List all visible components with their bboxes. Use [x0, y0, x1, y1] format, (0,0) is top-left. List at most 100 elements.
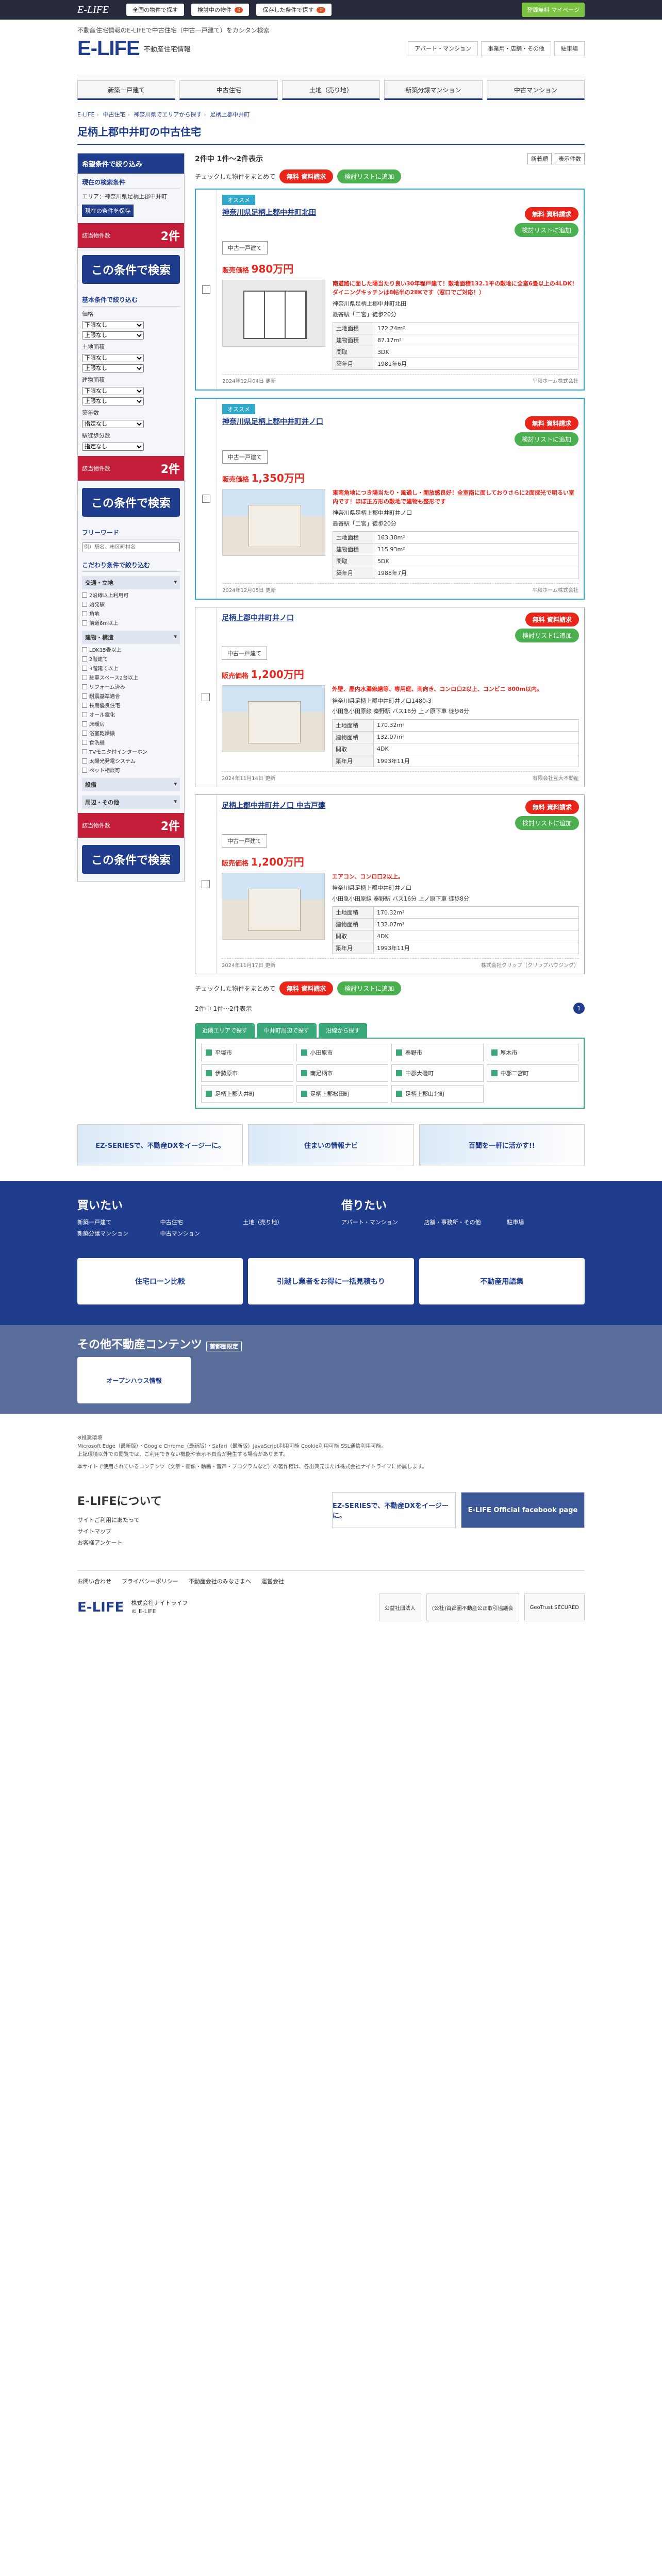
cat-transit[interactable]: 交通・立地 ▾	[82, 576, 180, 589]
gnav-used-house[interactable]: 中古住宅	[179, 80, 278, 100]
area-item[interactable]: 足柄上郡松田町	[296, 1085, 388, 1103]
area-item[interactable]: 中郡二宮町	[486, 1064, 578, 1082]
area-item[interactable]: 足柄上郡山北町	[391, 1085, 484, 1103]
land-max-select[interactable]: 上限なし	[82, 364, 144, 372]
crumb-kanagawa[interactable]: 神奈川県でエリアから探す	[134, 111, 202, 118]
flink-privacy[interactable]: プライバシーポリシー	[122, 1577, 178, 1585]
bldg-min-select[interactable]: 下限なし	[82, 387, 144, 395]
chk-building-6[interactable]: 長期優良住宅	[82, 701, 180, 709]
chk-building-12[interactable]: 太陽光発電システム	[82, 757, 180, 765]
promo-moving[interactable]: 引越し業者をお得に一括見積もり	[248, 1258, 414, 1304]
apply-search-button[interactable]: この条件で検索	[82, 255, 180, 284]
area-item[interactable]: 伊勢原市	[201, 1064, 293, 1082]
chk-building-11[interactable]: TVモニタ付インターホン	[82, 748, 180, 755]
watchlist-button[interactable]: 検討中の物件 0	[191, 4, 250, 16]
bulk-fav-button-bottom[interactable]: 検討リストに追加	[337, 981, 402, 995]
cat-building[interactable]: 建物・構造 ▾	[82, 631, 180, 644]
area-item[interactable]: 厚木市	[486, 1044, 578, 1061]
freeword-input[interactable]	[82, 543, 180, 552]
chk-transit-2[interactable]: 角地	[82, 609, 180, 617]
listing-title[interactable]: 足柄上郡中井町井ノ口	[222, 613, 294, 623]
about-link-sitemap[interactable]: サイトマップ	[77, 1527, 162, 1535]
about-link-survey[interactable]: お客様アンケート	[77, 1538, 162, 1547]
apply-search-button-2[interactable]: この条件で検索	[82, 488, 180, 517]
about-link-use[interactable]: サイトご利用にあたって	[77, 1516, 162, 1524]
chk-building-3[interactable]: 駐車スペース2台以上	[82, 673, 180, 681]
rent-link[interactable]: アパート・マンション	[341, 1218, 419, 1226]
area-item[interactable]: 中郡大磯町	[391, 1064, 484, 1082]
topbar-logo[interactable]: E-LIFE	[77, 4, 109, 16]
crumb-home[interactable]: E-LIFE	[77, 111, 95, 118]
listing-photo[interactable]	[222, 685, 325, 752]
chk-building-4[interactable]: リフォーム済み	[82, 683, 180, 690]
age-select[interactable]: 指定なし	[82, 420, 144, 428]
sort-select[interactable]: 新着順	[527, 153, 552, 164]
listing-checkbox[interactable]	[195, 607, 216, 787]
pager-page[interactable]: 1	[573, 1003, 585, 1014]
brand[interactable]: E-LIFE 不動産住宅情報	[77, 37, 191, 60]
area-item[interactable]: 南足柄市	[296, 1064, 388, 1082]
chk-building-1[interactable]: 2階建て	[82, 655, 180, 663]
bulk-request-button-bottom[interactable]: 無料 資料請求	[279, 981, 334, 995]
chk-building-10[interactable]: 食洗機	[82, 738, 180, 746]
fav-button[interactable]: 検討リストに追加	[515, 816, 579, 830]
price-max-select[interactable]: 上限なし	[82, 331, 144, 340]
area-item[interactable]: 秦野市	[391, 1044, 484, 1061]
gnav-new-house[interactable]: 新築一戸建て	[77, 80, 176, 100]
listing-checkbox[interactable]	[195, 795, 216, 974]
listing-title[interactable]: 足柄上郡中井町井ノ口 中古戸建	[222, 800, 325, 810]
area-item[interactable]: 足柄上郡大井町	[201, 1085, 293, 1103]
banner-ez[interactable]: EZ-SERIESで、不動産DXをイージーに。	[77, 1124, 243, 1165]
chk-transit-1[interactable]: 始発駅	[82, 600, 180, 608]
tab-nearby[interactable]: 近隣エリアで探す	[195, 1023, 255, 1038]
rent-link[interactable]: 店舗・事務所・その他	[424, 1218, 502, 1226]
flink-company[interactable]: 運営会社	[261, 1577, 284, 1585]
about-banner-ez[interactable]: EZ-SERIESで、不動産DXをイージーに。	[332, 1492, 456, 1528]
saved-search-button[interactable]: 保存した条件で探す 0	[256, 4, 332, 16]
request-button[interactable]: 無料 資料請求	[525, 800, 579, 814]
per-page-select[interactable]: 表示件数	[555, 153, 585, 164]
promo-glossary[interactable]: 不動産用語集	[419, 1258, 585, 1304]
buy-link[interactable]: 新築分譲マンション	[77, 1229, 155, 1238]
chk-building-13[interactable]: ペット相談可	[82, 766, 180, 774]
fav-button[interactable]: 検討リストに追加	[514, 432, 578, 446]
gnav-used-mansion[interactable]: 中古マンション	[486, 80, 585, 100]
chk-building-2[interactable]: 3階建て以上	[82, 664, 180, 672]
buy-link[interactable]: 中古マンション	[160, 1229, 238, 1238]
header-link-parking[interactable]: 駐車場	[554, 41, 585, 57]
area-item[interactable]: 小田原市	[296, 1044, 388, 1061]
header-link-rent[interactable]: アパート・マンション	[408, 41, 478, 57]
listing-photo[interactable]	[222, 872, 325, 940]
facebook-banner[interactable]: E-LIFE Official facebook page	[461, 1492, 585, 1528]
flink-contact[interactable]: お問い合わせ	[77, 1577, 111, 1585]
search-all-button[interactable]: 全国の物件で探す	[126, 4, 185, 16]
buy-link[interactable]: 土地（売り地）	[243, 1218, 321, 1226]
bulk-fav-button[interactable]: 検討リストに追加	[337, 170, 402, 183]
fav-button[interactable]: 検討リストに追加	[515, 629, 579, 642]
mypage-button[interactable]: 登録無料 マイページ	[521, 3, 585, 17]
listing-photo[interactable]	[222, 489, 325, 556]
area-item[interactable]: 平塚市	[201, 1044, 293, 1061]
walk-select[interactable]: 指定なし	[82, 443, 144, 451]
listing-title[interactable]: 神奈川県足柄上郡中井町井ノ口	[222, 416, 323, 427]
request-button[interactable]: 無料 資料請求	[524, 207, 578, 221]
listing-title[interactable]: 神奈川県足柄上郡中井町北田	[222, 207, 316, 217]
price-min-select[interactable]: 下限なし	[82, 321, 144, 329]
gnav-land[interactable]: 土地（売り地）	[282, 80, 380, 100]
chk-building-7[interactable]: オール電化	[82, 710, 180, 718]
chk-building-0[interactable]: LDK15畳以上	[82, 646, 180, 653]
bulk-request-button[interactable]: 無料 資料請求	[279, 170, 334, 183]
banner-navi[interactable]: 住まいの情報ナビ	[248, 1124, 414, 1165]
chk-building-9[interactable]: 浴室乾燥機	[82, 729, 180, 737]
save-condition-button[interactable]: 現在の条件を保存	[82, 205, 134, 217]
tab-line[interactable]: 沿線から探す	[319, 1023, 367, 1038]
listing-photo[interactable]	[222, 280, 325, 347]
request-button[interactable]: 無料 資料請求	[524, 416, 578, 430]
cat-equipment[interactable]: 設備 ▾	[82, 778, 180, 791]
chk-building-8[interactable]: 床暖房	[82, 720, 180, 727]
buy-link[interactable]: 中古住宅	[160, 1218, 238, 1226]
chk-building-5[interactable]: 耐震基準適合	[82, 692, 180, 700]
banner-hyakubun[interactable]: 百聞を一軒に活かす!!	[419, 1124, 585, 1165]
openhouse-banner[interactable]: オープンハウス情報	[77, 1357, 191, 1403]
chk-transit-0[interactable]: 2沿線以上利用可	[82, 591, 180, 599]
